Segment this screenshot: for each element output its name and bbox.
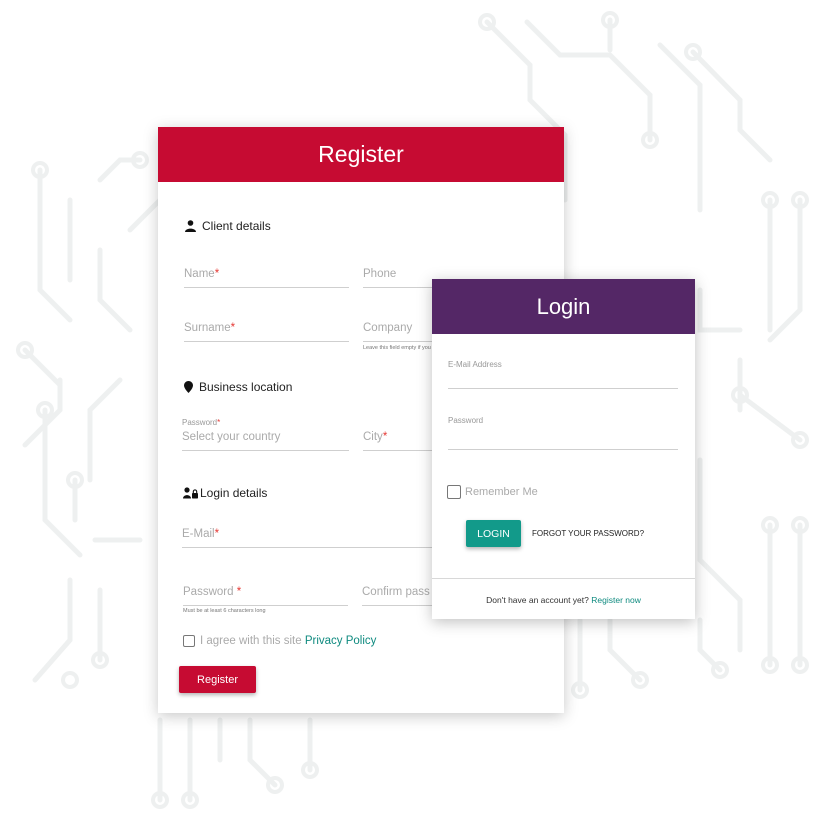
section-client-details: Client details bbox=[185, 219, 271, 233]
section-login-details: Login details bbox=[183, 486, 267, 500]
country-select[interactable]: Select your country bbox=[182, 431, 349, 451]
country-small-label: Password* bbox=[182, 418, 221, 427]
forgot-password-link[interactable]: FORGOT YOUR PASSWORD? bbox=[532, 529, 644, 538]
login-card: Login E-Mail Address Password Remember M… bbox=[432, 279, 695, 619]
privacy-policy-link[interactable]: Privacy Policy bbox=[305, 635, 377, 647]
login-divider bbox=[432, 578, 695, 579]
register-now-link[interactable]: Register now bbox=[591, 595, 641, 605]
login-title: Login bbox=[536, 293, 591, 319]
company-helper: Leave this field empty if you bbox=[363, 345, 431, 351]
location-pin-icon bbox=[184, 381, 193, 393]
section-business-location: Business location bbox=[184, 380, 292, 394]
register-submit-button[interactable]: Register bbox=[179, 666, 256, 693]
name-label: Name bbox=[184, 268, 215, 280]
register-header: Register bbox=[158, 127, 564, 182]
required-mark: * bbox=[236, 586, 242, 598]
login-password-field[interactable]: Password bbox=[448, 416, 678, 450]
agree-checkbox[interactable] bbox=[183, 635, 195, 647]
login-email-field[interactable]: E-Mail Address bbox=[448, 360, 678, 389]
login-footer: Don't have an account yet? Register now bbox=[432, 595, 695, 605]
email-label: E-Mail bbox=[182, 528, 215, 540]
required-mark: * bbox=[230, 322, 236, 334]
city-label: City bbox=[363, 431, 383, 443]
login-password-label: Password bbox=[448, 416, 484, 425]
confirm-password-label: Confirm pass bbox=[362, 586, 430, 598]
section-client-label: Client details bbox=[202, 219, 271, 233]
password-helper: Must be at least 6 characters long bbox=[183, 608, 266, 614]
required-mark: * bbox=[214, 268, 220, 280]
phone-label: Phone bbox=[363, 268, 397, 280]
section-login-label: Login details bbox=[200, 486, 268, 500]
required-mark: * bbox=[214, 528, 220, 540]
surname-label: Surname bbox=[184, 322, 231, 334]
users-lock-icon bbox=[183, 487, 198, 499]
surname-field[interactable]: Surname* bbox=[184, 322, 349, 342]
required-mark: * bbox=[382, 431, 388, 443]
email-field[interactable]: E-Mail* bbox=[182, 528, 442, 548]
name-field[interactable]: Name* bbox=[184, 268, 349, 288]
password-field[interactable]: Password * bbox=[183, 586, 348, 606]
remember-me-checkbox[interactable] bbox=[447, 485, 461, 499]
company-label: Company bbox=[363, 322, 413, 334]
register-title: Register bbox=[318, 141, 404, 167]
login-header: Login bbox=[432, 279, 695, 334]
login-email-label: E-Mail Address bbox=[448, 360, 502, 369]
no-account-text: Don't have an account yet? bbox=[486, 595, 589, 605]
login-submit-button[interactable]: LOGIN bbox=[466, 520, 521, 547]
person-icon bbox=[185, 220, 196, 232]
country-placeholder: Select your country bbox=[182, 431, 281, 443]
remember-me-label: Remember Me bbox=[465, 486, 538, 498]
agree-label: I agree with this site Privacy Policy bbox=[200, 635, 377, 647]
password-label: Password bbox=[183, 586, 234, 598]
section-business-label: Business location bbox=[199, 380, 293, 394]
